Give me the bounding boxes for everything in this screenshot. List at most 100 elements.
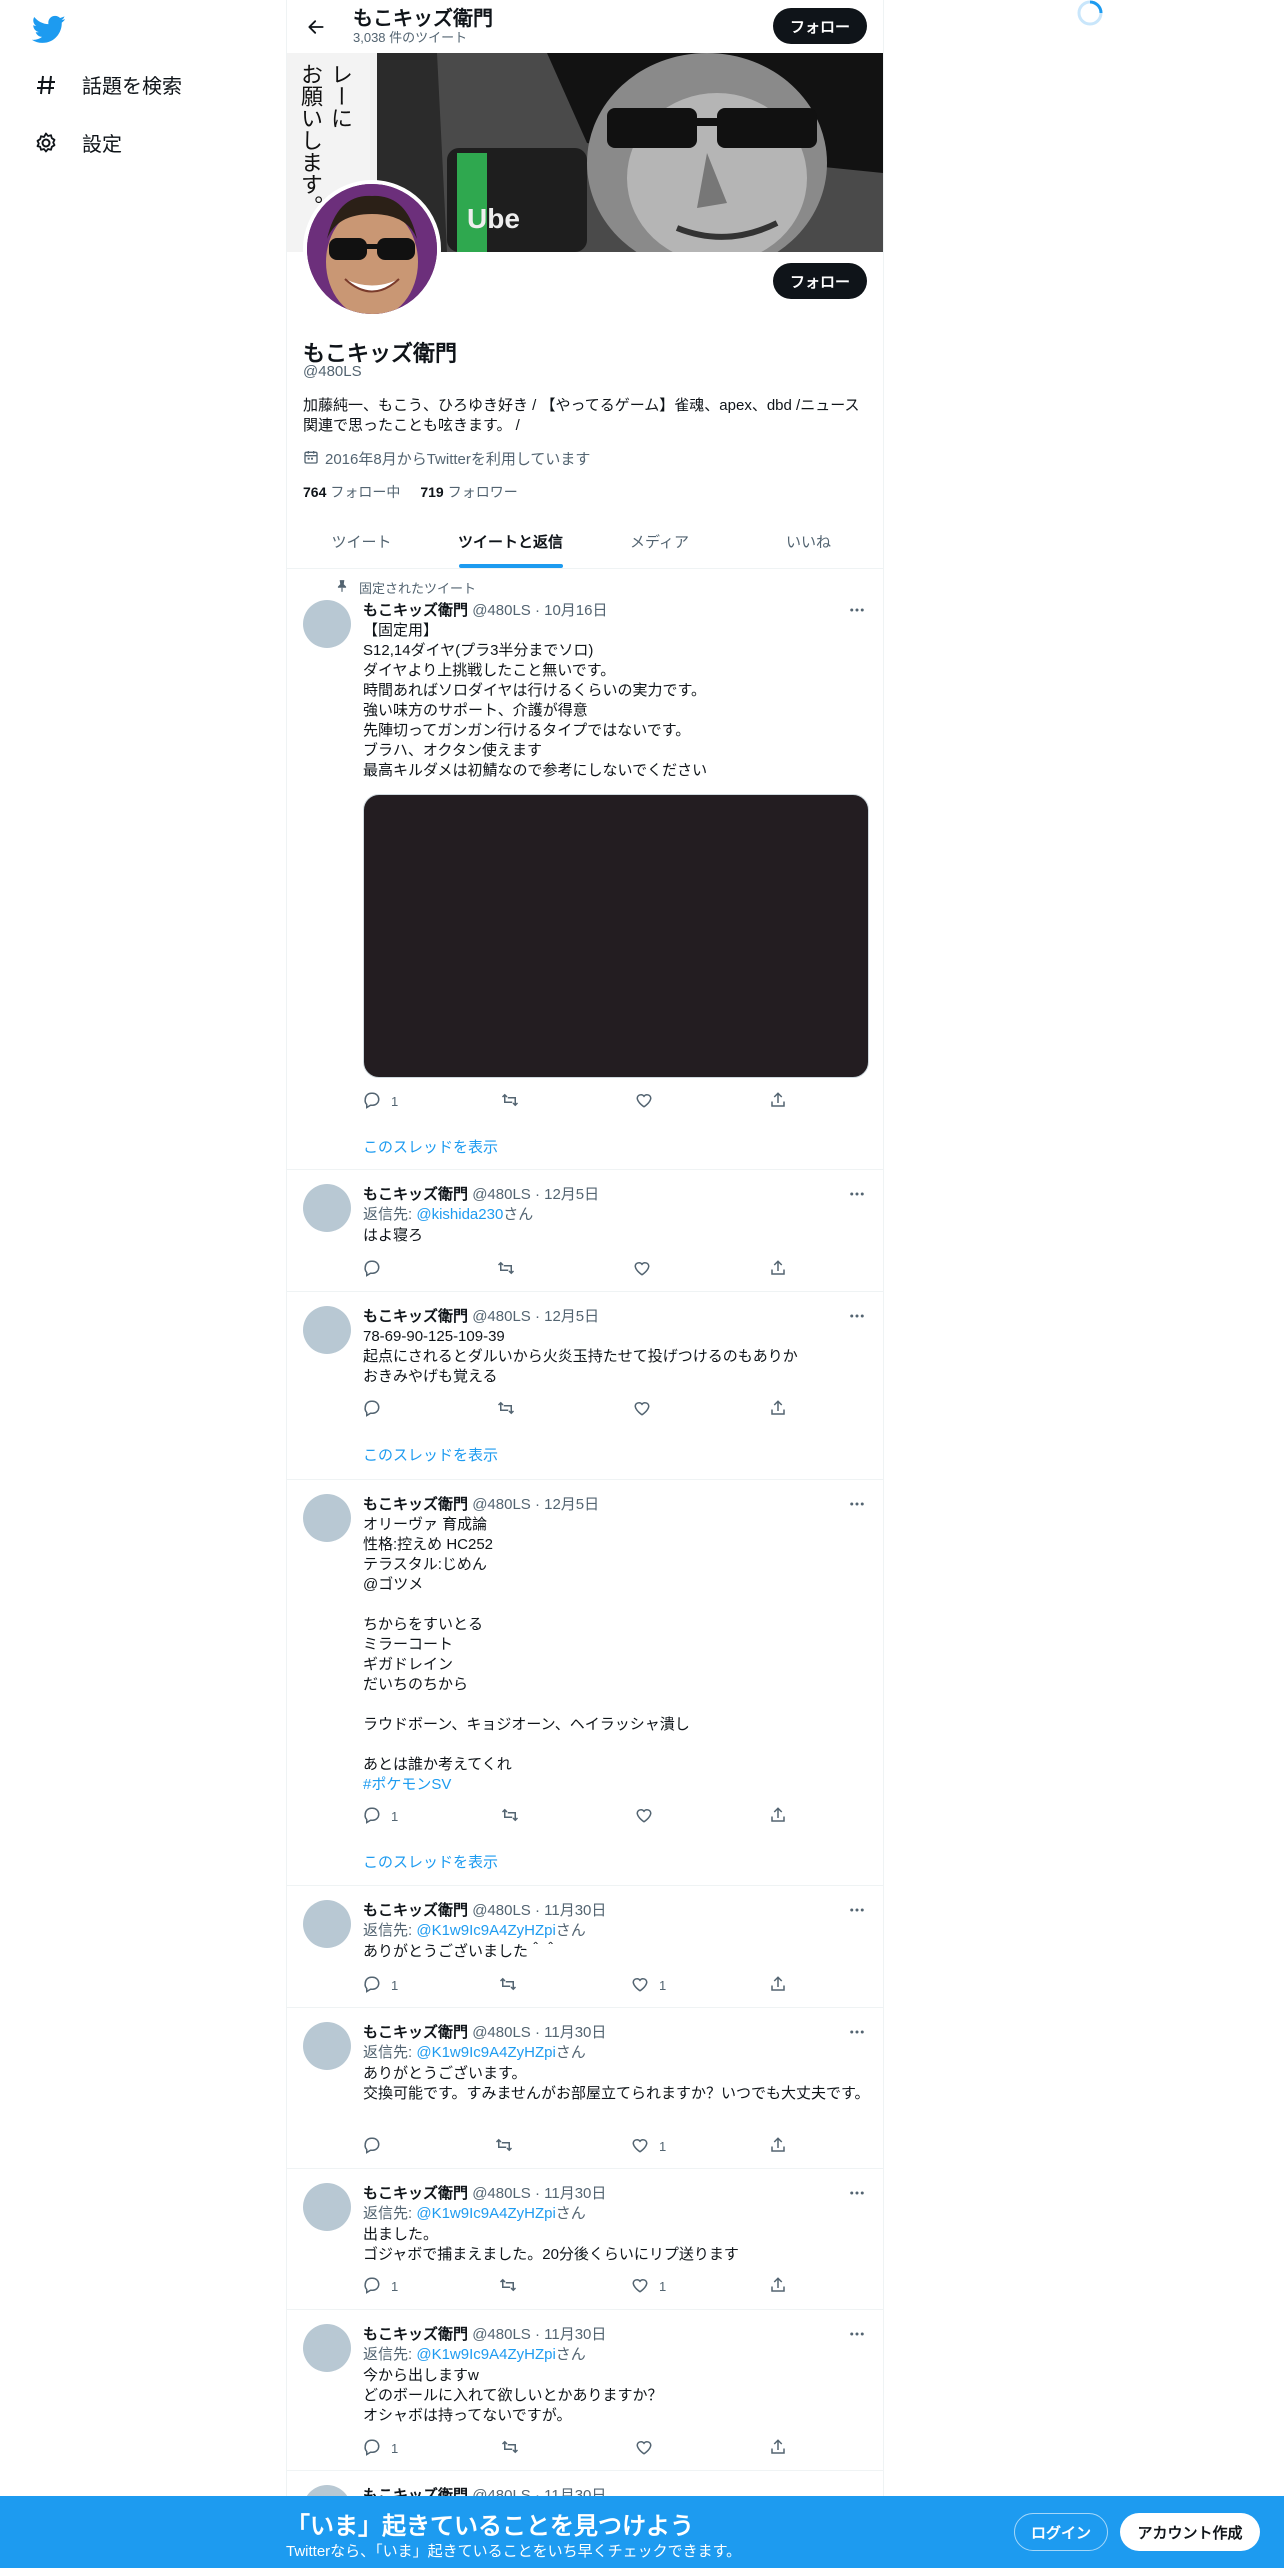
- like-button[interactable]: [635, 2438, 663, 2459]
- profile-follow-button[interactable]: フォロー: [773, 263, 867, 299]
- followers-link[interactable]: 719 フォロワー: [420, 482, 517, 502]
- retweet-button[interactable]: [495, 2136, 523, 2157]
- share-button[interactable]: [769, 2136, 787, 2157]
- like-button[interactable]: 1: [631, 1975, 666, 1996]
- share-button[interactable]: [769, 1399, 787, 1420]
- back-arrow-icon[interactable]: [299, 10, 333, 44]
- retweet-button[interactable]: [499, 2276, 527, 2297]
- like-button[interactable]: 1: [631, 2276, 666, 2297]
- tab-tweets-and-replies[interactable]: ツイートと返信: [436, 515, 585, 568]
- tweet-author-name[interactable]: もこキッズ衛門: [363, 602, 468, 619]
- reply-button[interactable]: [363, 2136, 391, 2157]
- tweet-avatar[interactable]: [303, 1494, 351, 1542]
- like-button[interactable]: [635, 1091, 663, 1112]
- share-button[interactable]: [769, 1091, 787, 1112]
- show-thread-link[interactable]: このスレッドを表示: [363, 1136, 498, 1157]
- tweet[interactable]: もこキッズ衛門 @480LS · 11月30日 返信先: @K1w9Ic9A4Z…: [287, 1886, 883, 2008]
- login-button[interactable]: ログイン: [1014, 2513, 1108, 2551]
- tweet-meta[interactable]: @480LS · 11月30日: [472, 2024, 606, 2041]
- retweet-button[interactable]: [501, 1091, 529, 1112]
- header-follow-button[interactable]: フォロー: [773, 8, 867, 44]
- tweet[interactable]: もこキッズ衛門 @480LS · 11月30日 返信先: @K1w9Ic9A4Z…: [287, 2008, 883, 2169]
- more-options-icon[interactable]: [847, 1306, 867, 1326]
- tweet[interactable]: 固定されたツイート もこキッズ衛門 @480LS · 10月16日 【固定用】 …: [287, 570, 883, 1170]
- tweet-author-name[interactable]: もこキッズ衛門: [363, 1496, 468, 1513]
- reply-to-user-link[interactable]: @K1w9Ic9A4ZyHZpi: [416, 1922, 555, 1939]
- share-button[interactable]: [769, 2438, 787, 2459]
- tweet-author-name[interactable]: もこキッズ衛門: [363, 2024, 468, 2041]
- following-link[interactable]: 764 フォロー中: [303, 482, 400, 502]
- reply-button[interactable]: [363, 1399, 391, 1420]
- more-options-icon[interactable]: [847, 2183, 867, 2203]
- tweet-media[interactable]: [363, 794, 869, 1078]
- tab-media[interactable]: メディア: [585, 515, 734, 568]
- more-options-icon[interactable]: [847, 2022, 867, 2042]
- reply-to-user-link[interactable]: @K1w9Ic9A4ZyHZpi: [416, 2205, 555, 2222]
- tweet-meta[interactable]: @480LS · 12月5日: [472, 1186, 599, 1203]
- tweet-avatar[interactable]: [303, 2022, 351, 2070]
- tweet-meta[interactable]: @480LS · 11月30日: [472, 1902, 606, 1919]
- like-button[interactable]: [633, 1399, 661, 1420]
- tweet-author-name[interactable]: もこキッズ衛門: [363, 1308, 468, 1325]
- reply-button[interactable]: [363, 1259, 391, 1280]
- like-button[interactable]: [635, 1806, 663, 1827]
- reply-button[interactable]: 1: [363, 2438, 398, 2459]
- reply-button[interactable]: 1: [363, 2276, 398, 2297]
- more-options-icon[interactable]: [847, 600, 867, 620]
- retweet-button[interactable]: [501, 1806, 529, 1827]
- share-button[interactable]: [769, 1806, 787, 1827]
- tweet[interactable]: もこキッズ衛門 @480LS · 11月30日 返信先: @K1w9Ic9A4Z…: [287, 2169, 883, 2310]
- tweet-avatar[interactable]: [303, 2324, 351, 2372]
- retweet-button[interactable]: [497, 1259, 525, 1280]
- more-options-icon[interactable]: [847, 1900, 867, 1920]
- share-button[interactable]: [769, 1259, 787, 1280]
- like-button[interactable]: 1: [631, 2136, 666, 2157]
- signup-banner: 「いま」起きていることを見つけよう Twitterなら、「いま」起きていることを…: [0, 2496, 1284, 2568]
- retweet-button[interactable]: [501, 2438, 529, 2459]
- twitter-bird-icon[interactable]: [31, 12, 66, 46]
- sidebar-item-explore[interactable]: 話題を検索: [32, 70, 182, 99]
- reply-to-user-link[interactable]: @K1w9Ic9A4ZyHZpi: [416, 2346, 555, 2363]
- tweet-avatar[interactable]: [303, 1184, 351, 1232]
- share-button[interactable]: [769, 2276, 787, 2297]
- tweet-author-name[interactable]: もこキッズ衛門: [363, 2185, 468, 2202]
- more-options-icon[interactable]: [847, 1184, 867, 1204]
- tweet-meta[interactable]: @480LS · 11月30日: [472, 2185, 606, 2202]
- tweet[interactable]: もこキッズ衛門 @480LS · 12月5日 返信先: @kishida230さ…: [287, 1170, 883, 1292]
- more-options-icon[interactable]: [847, 1494, 867, 1514]
- reply-to-user-link[interactable]: @K1w9Ic9A4ZyHZpi: [416, 2044, 555, 2061]
- profile-avatar[interactable]: [303, 180, 441, 318]
- tweet-avatar[interactable]: [303, 1306, 351, 1354]
- tweet-avatar[interactable]: [303, 600, 351, 648]
- reply-icon: [363, 2136, 381, 2157]
- reply-to-user-link[interactable]: @kishida230: [416, 1206, 503, 1223]
- tweet-meta[interactable]: @480LS · 12月5日: [472, 1496, 599, 1513]
- sidebar-item-settings[interactable]: 設定: [32, 128, 122, 157]
- tweet-meta[interactable]: @480LS · 10月16日: [472, 602, 607, 619]
- tweet[interactable]: もこキッズ衛門 @480LS · 11月30日 返信先: @K1w9Ic9A4Z…: [287, 2310, 883, 2471]
- tweet[interactable]: もこキッズ衛門 @480LS · 12月5日 78-69-90-125-109-…: [287, 1292, 883, 1480]
- tweet[interactable]: もこキッズ衛門 @480LS · 12月5日 オリーヴァ 育成論 性格:控えめ …: [287, 1480, 883, 1886]
- tweet-header: もこキッズ衛門 @480LS · 10月16日: [363, 599, 608, 620]
- retweet-button[interactable]: [499, 1975, 527, 1996]
- show-thread-link[interactable]: このスレッドを表示: [363, 1444, 498, 1465]
- reply-button[interactable]: 1: [363, 1975, 398, 1996]
- tweet-avatar[interactable]: [303, 1900, 351, 1948]
- tab-tweets[interactable]: ツイート: [287, 515, 436, 568]
- show-thread-link[interactable]: このスレッドを表示: [363, 1851, 498, 1872]
- tweet-avatar[interactable]: [303, 2183, 351, 2231]
- tweet-author-name[interactable]: もこキッズ衛門: [363, 1902, 468, 1919]
- hashtag-link[interactable]: #ポケモンSV: [363, 1775, 871, 1795]
- share-button[interactable]: [769, 1975, 787, 1996]
- tweet-author-name[interactable]: もこキッズ衛門: [363, 2326, 468, 2343]
- tweet-author-name[interactable]: もこキッズ衛門: [363, 1186, 468, 1203]
- create-account-button[interactable]: アカウント作成: [1120, 2513, 1260, 2551]
- reply-button[interactable]: 1: [363, 1091, 398, 1112]
- tab-likes[interactable]: いいね: [734, 515, 883, 568]
- like-button[interactable]: [633, 1259, 661, 1280]
- reply-button[interactable]: 1: [363, 1806, 398, 1827]
- retweet-button[interactable]: [497, 1399, 525, 1420]
- tweet-meta[interactable]: @480LS · 12月5日: [472, 1308, 599, 1325]
- tweet-meta[interactable]: @480LS · 11月30日: [472, 2326, 606, 2343]
- more-options-icon[interactable]: [847, 2324, 867, 2344]
